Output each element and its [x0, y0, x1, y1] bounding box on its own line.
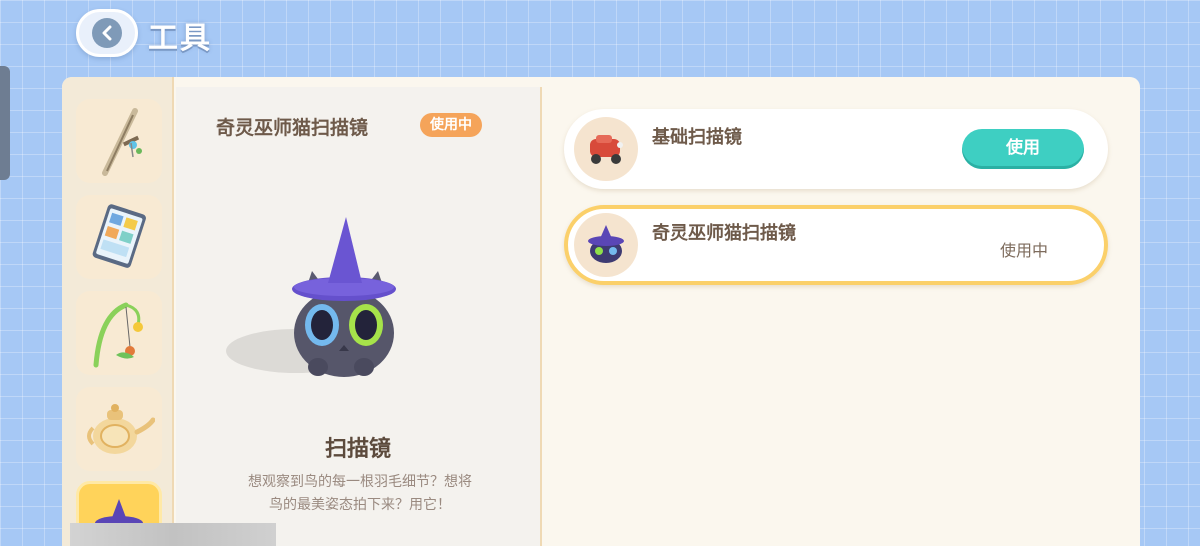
status-badge: 使用中 [420, 113, 482, 137]
description-line-1: 想观察到鸟的每一根羽毛细节？想将 [248, 474, 472, 490]
tablet-icon [92, 204, 146, 268]
page-title: 工具 [148, 21, 212, 56]
redacted-overlay [70, 523, 276, 546]
sidebar-item-sword[interactable] [76, 99, 162, 183]
use-button[interactable]: 使用 [962, 129, 1084, 169]
sidebar-item-fishing-rod[interactable] [76, 291, 162, 375]
list-item[interactable]: 基础扫描镜 使用 [564, 109, 1108, 189]
sidebar-item-tablet[interactable] [76, 195, 162, 279]
wizard-cat-scanner-preview [226, 217, 396, 377]
item-type-label: 扫描镜 [324, 437, 391, 462]
fishing-rod-icon [93, 302, 143, 368]
edge-tab[interactable] [0, 66, 10, 180]
tool-panel: 奇灵巫师猫扫描镜 使用中 扫描镜 想观察到鸟的每一根羽毛细节？想将 鸟的最美姿态… [62, 77, 1140, 546]
teapot-icon [87, 404, 155, 454]
list-item-name: 基础扫描镜 [652, 127, 742, 148]
sword-icon [102, 108, 142, 176]
wizard-cat-scanner-icon [574, 213, 638, 277]
scanner-list: 基础扫描镜 使用 奇灵巫师猫扫描镜 使用中 [544, 77, 1140, 546]
category-sidebar [62, 77, 174, 546]
list-item-name: 奇灵巫师猫扫描镜 [652, 223, 796, 244]
red-car-scanner-icon [574, 117, 638, 181]
list-item[interactable]: 奇灵巫师猫扫描镜 使用中 [564, 205, 1108, 285]
sidebar-item-teapot[interactable] [76, 387, 162, 471]
item-detail: 奇灵巫师猫扫描镜 使用中 扫描镜 想观察到鸟的每一根羽毛细节？想将 鸟的最美姿态… [176, 87, 542, 546]
back-button[interactable] [76, 9, 138, 57]
chevron-left-icon [92, 18, 122, 48]
in-use-status: 使用中 [1000, 241, 1049, 260]
item-name: 奇灵巫师猫扫描镜 [216, 117, 369, 139]
item-description: 想观察到鸟的每一根羽毛细节？想将 鸟的最美姿态拍下来？用它！ [210, 471, 510, 517]
description-line-2: 鸟的最美姿态拍下来？用它！ [269, 497, 451, 513]
